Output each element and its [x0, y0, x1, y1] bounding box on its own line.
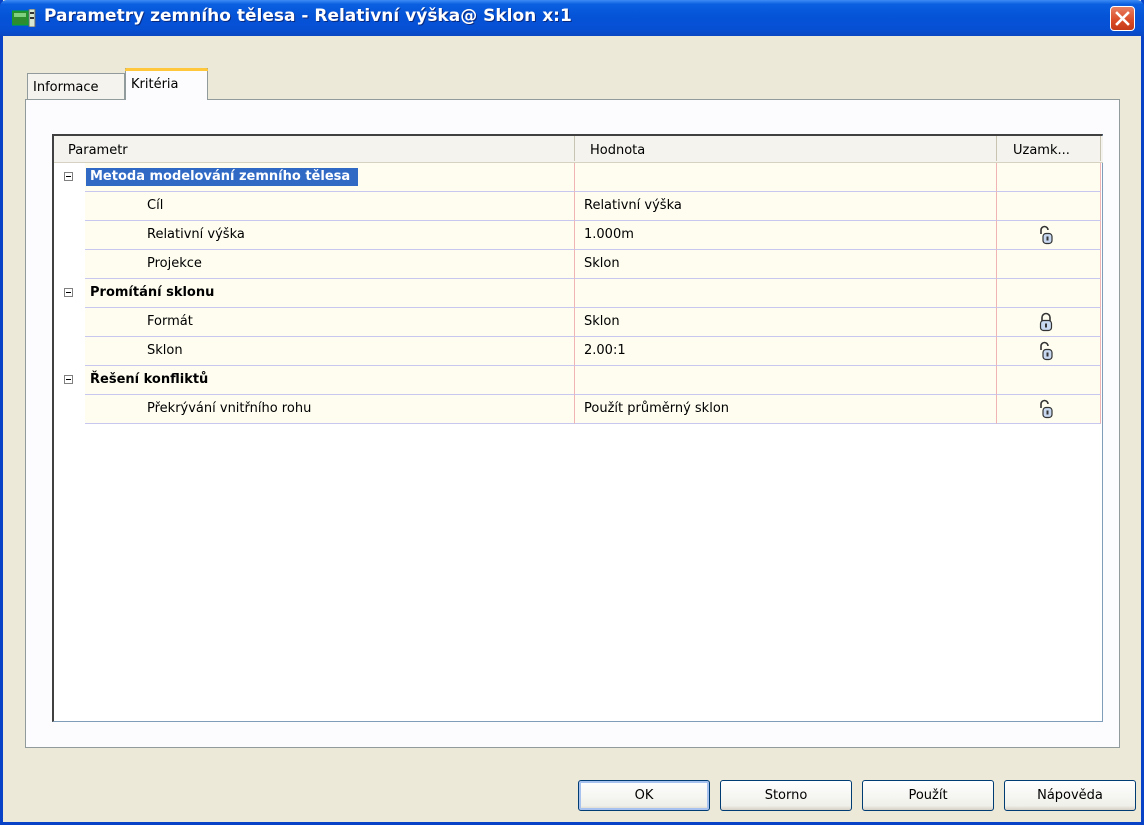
unlocked-icon[interactable] — [1038, 399, 1054, 419]
property-row[interactable]: Formát Sklon — [54, 308, 1103, 337]
property-row[interactable]: Relativní výška 1.000m — [54, 221, 1103, 250]
property-row[interactable]: Cíl Relativní výška — [54, 192, 1103, 221]
column-header-value[interactable]: Hodnota — [575, 136, 997, 161]
unlocked-icon[interactable] — [1038, 225, 1054, 245]
parameter-cell: Cíl — [85, 192, 575, 221]
property-row[interactable]: Projekce Sklon — [54, 250, 1103, 279]
parameter-cell: Promítání sklonu — [85, 279, 575, 308]
lock-cell[interactable] — [997, 308, 1101, 337]
collapse-toggle[interactable] — [64, 288, 73, 297]
column-header-parameter[interactable]: Parametr — [54, 136, 575, 161]
property-grid: Parametr Hodnota Uzamk... Metoda modelov… — [52, 134, 1103, 722]
parameter-cell: Relativní výška — [85, 221, 575, 250]
unlocked-icon[interactable] — [1038, 341, 1054, 361]
locked-icon[interactable] — [1038, 312, 1054, 332]
lock-cell — [997, 366, 1101, 395]
title-bar[interactable]: Parametry zemního tělesa - Relativní výš… — [0, 0, 1144, 36]
ok-button[interactable]: OK — [578, 780, 710, 811]
value-cell[interactable]: Relativní výška — [575, 192, 997, 221]
collapse-toggle[interactable] — [64, 375, 73, 384]
lock-cell[interactable] — [997, 221, 1101, 250]
lock-cell[interactable] — [997, 395, 1101, 424]
property-row[interactable]: Překrývání vnitřního rohu Použít průměrn… — [54, 395, 1103, 424]
parameter-label: Překrývání vnitřního rohu — [147, 401, 312, 416]
parameter-label: Cíl — [147, 198, 164, 213]
close-icon — [1115, 11, 1130, 26]
parameter-value: Použít průměrný sklon — [584, 401, 730, 416]
parameter-value: Sklon — [584, 256, 620, 271]
tab-kriteria[interactable]: Kritéria — [125, 68, 208, 100]
column-header-lock[interactable]: Uzamk... — [997, 136, 1101, 161]
value-cell[interactable]: 1.000m — [575, 221, 997, 250]
tab-label: Kritéria — [131, 77, 179, 92]
parameter-cell: Sklon — [85, 337, 575, 366]
parameter-cell: Metoda modelování zemního tělesa — [85, 163, 575, 192]
lock-cell — [997, 163, 1101, 192]
value-cell — [575, 279, 997, 308]
parameter-cell: Projekce — [85, 250, 575, 279]
parameter-label: Sklon — [147, 343, 183, 358]
dialog-window: Parametry zemního tělesa - Relativní výš… — [0, 0, 1144, 825]
collapse-toggle[interactable] — [64, 172, 73, 181]
category-label: Promítání sklonu — [90, 285, 215, 300]
category-row[interactable]: Metoda modelování zemního tělesa — [54, 163, 1103, 192]
parameter-value: Relativní výška — [584, 198, 682, 213]
close-button[interactable] — [1110, 6, 1135, 31]
value-cell[interactable]: 2.00:1 — [575, 337, 997, 366]
lock-cell[interactable] — [997, 192, 1101, 221]
tab-label: Informace — [33, 80, 99, 95]
cancel-button[interactable]: Storno — [720, 780, 852, 811]
value-cell[interactable]: Použít průměrný sklon — [575, 395, 997, 424]
value-cell[interactable]: Sklon — [575, 250, 997, 279]
help-button[interactable]: Nápověda — [1004, 780, 1136, 811]
window-title: Parametry zemního tělesa - Relativní výš… — [44, 6, 572, 26]
category-label: Metoda modelování zemního tělesa — [86, 168, 359, 186]
tab-panel-kriteria: Parametr Hodnota Uzamk... Metoda modelov… — [25, 99, 1120, 748]
parameter-label: Formát — [147, 314, 193, 329]
category-label: Řešení konfliktů — [90, 372, 209, 387]
tab-informace[interactable]: Informace — [27, 73, 125, 99]
parameter-value: 2.00:1 — [584, 343, 626, 358]
category-row[interactable]: Řešení konfliktů — [54, 366, 1103, 395]
parameter-label: Projekce — [147, 256, 202, 271]
apply-button[interactable]: Použít — [862, 780, 994, 811]
parameter-value: Sklon — [584, 314, 620, 329]
lock-cell — [997, 279, 1101, 308]
grid-header: Parametr Hodnota Uzamk... — [54, 136, 1103, 163]
category-row[interactable]: Promítání sklonu — [54, 279, 1103, 308]
parameter-value: 1.000m — [584, 227, 634, 242]
property-row[interactable]: Sklon 2.00:1 — [54, 337, 1103, 366]
lock-cell[interactable] — [997, 250, 1101, 279]
app-icon — [12, 9, 36, 27]
parameter-label: Relativní výška — [147, 227, 245, 242]
value-cell[interactable]: Sklon — [575, 308, 997, 337]
parameter-cell: Řešení konfliktů — [85, 366, 575, 395]
lock-cell[interactable] — [997, 337, 1101, 366]
parameter-cell: Formát — [85, 308, 575, 337]
parameter-cell: Překrývání vnitřního rohu — [85, 395, 575, 424]
value-cell — [575, 366, 997, 395]
value-cell — [575, 163, 997, 192]
